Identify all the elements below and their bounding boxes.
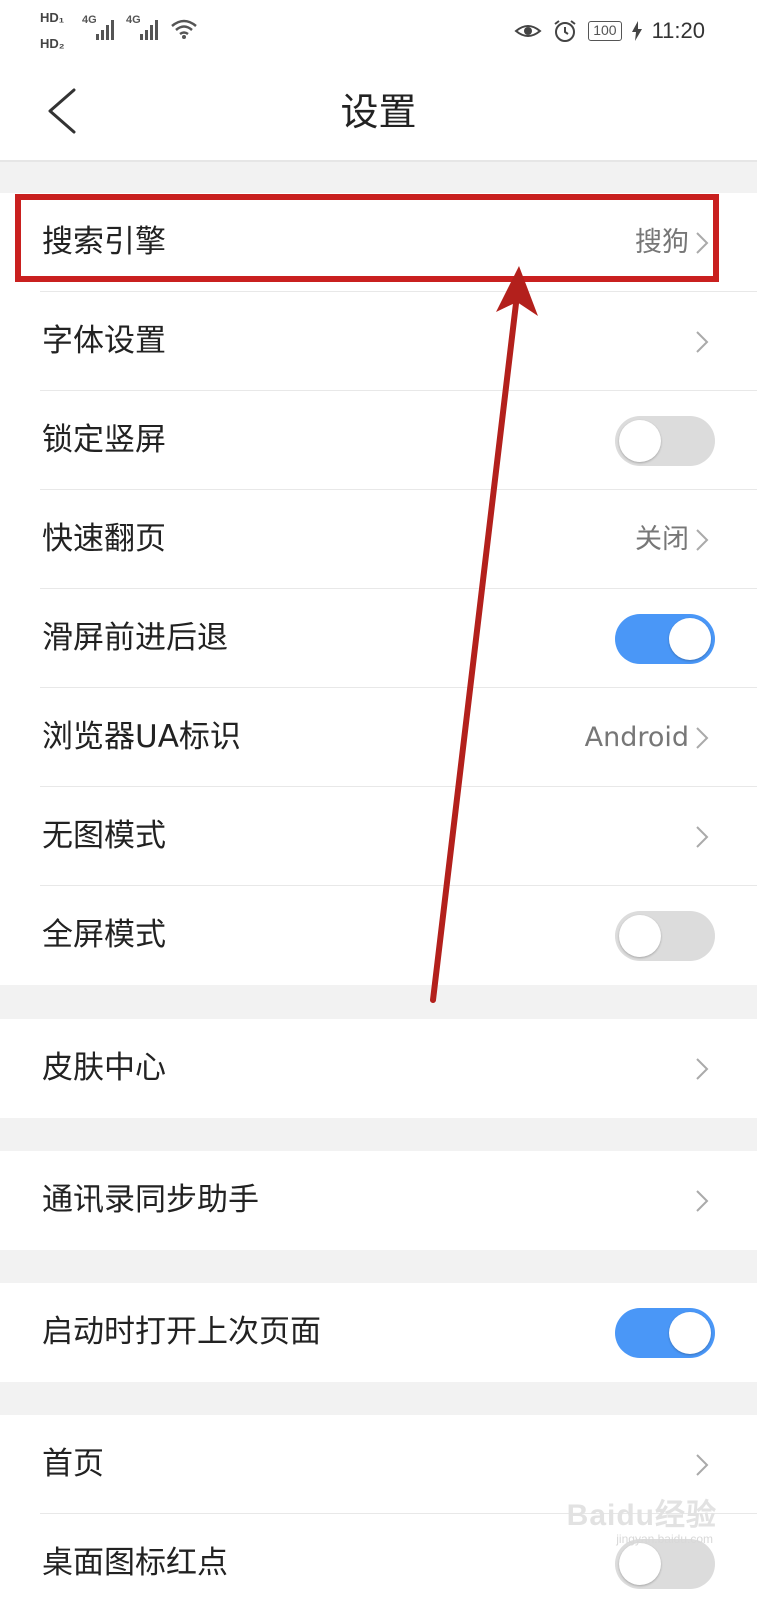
chevron-right-icon [696,529,709,551]
setting-quick-page[interactable]: 快速翻页 关闭 [0,490,757,589]
setting-value: Android [584,722,689,753]
setting-ua[interactable]: 浏览器UA标识 Android [0,688,757,787]
setting-label: 搜索引擎 [42,224,166,260]
status-bar: HD₁ HD₂ 4G 4G 100 11:20 [0,0,757,64]
setting-value: 搜狗 [635,227,689,258]
setting-fullscreen: 全屏模式 [0,886,757,985]
setting-label: 快速翻页 [42,521,166,557]
desktop-badge-toggle[interactable] [615,1539,715,1589]
network-type-1: 4G [82,14,97,26]
setting-label: 通讯录同步助手 [42,1182,259,1218]
alarm-icon [554,20,576,42]
setting-lock-portrait: 锁定竖屏 [0,391,757,490]
restore-last-toggle[interactable] [615,1308,715,1358]
setting-label: 首页 [42,1446,104,1482]
chevron-right-icon [696,826,709,848]
setting-label: 浏览器UA标识 [42,719,241,755]
toggle-knob [669,1312,711,1354]
setting-no-image[interactable]: 无图模式 [0,787,757,886]
setting-search-engine[interactable]: 搜索引擎 搜狗 [0,193,757,292]
setting-label: 字体设置 [42,323,166,359]
hd-voice-2-icon: HD₂ [40,36,65,51]
chevron-right-icon [696,1454,709,1476]
setting-font[interactable]: 字体设置 [0,292,757,391]
setting-label: 锁定竖屏 [42,422,166,458]
lock-portrait-toggle[interactable] [615,416,715,466]
hd-voice-1-icon: HD₁ [40,10,65,25]
chevron-right-icon [696,331,709,353]
toggle-knob [619,915,661,957]
toggle-knob [619,420,661,462]
setting-label: 启动时打开上次页面 [42,1314,321,1350]
charging-icon [631,21,642,41]
setting-label: 滑屏前进后退 [42,620,228,656]
baidu-watermark-url: jingyan.baidu.com [616,1532,713,1546]
title-bar: 设置 [0,64,757,160]
toggle-knob [669,618,711,660]
page-title: 设置 [340,90,417,134]
chevron-right-icon [696,727,709,749]
network-type-2: 4G [126,14,141,26]
baidu-watermark: Baidu经验 [566,1499,717,1532]
fullscreen-toggle[interactable] [615,911,715,961]
chevron-right-icon [696,1190,709,1212]
wifi-icon [171,19,197,39]
setting-label: 全屏模式 [42,917,166,953]
setting-label: 无图模式 [42,818,166,854]
swipe-nav-toggle[interactable] [615,614,715,664]
back-button[interactable] [42,86,82,136]
signal-1-icon [96,18,114,40]
setting-label: 桌面图标红点 [42,1545,228,1581]
clock: 11:20 [651,18,705,43]
title-divider [0,160,757,162]
eye-comfort-icon [514,25,542,37]
setting-swipe-nav: 滑屏前进后退 [0,589,757,688]
toggle-knob [619,1543,661,1585]
signal-2-icon [140,18,158,40]
chevron-right-icon [696,232,709,254]
battery-level: 100 [588,21,622,41]
setting-value: 关闭 [635,524,689,555]
setting-label: 皮肤中心 [42,1050,166,1086]
setting-skin-center[interactable]: 皮肤中心 [0,1019,757,1118]
setting-contacts-sync[interactable]: 通讯录同步助手 [0,1151,757,1250]
setting-restore-last: 启动时打开上次页面 [0,1283,757,1382]
chevron-right-icon [696,1058,709,1080]
